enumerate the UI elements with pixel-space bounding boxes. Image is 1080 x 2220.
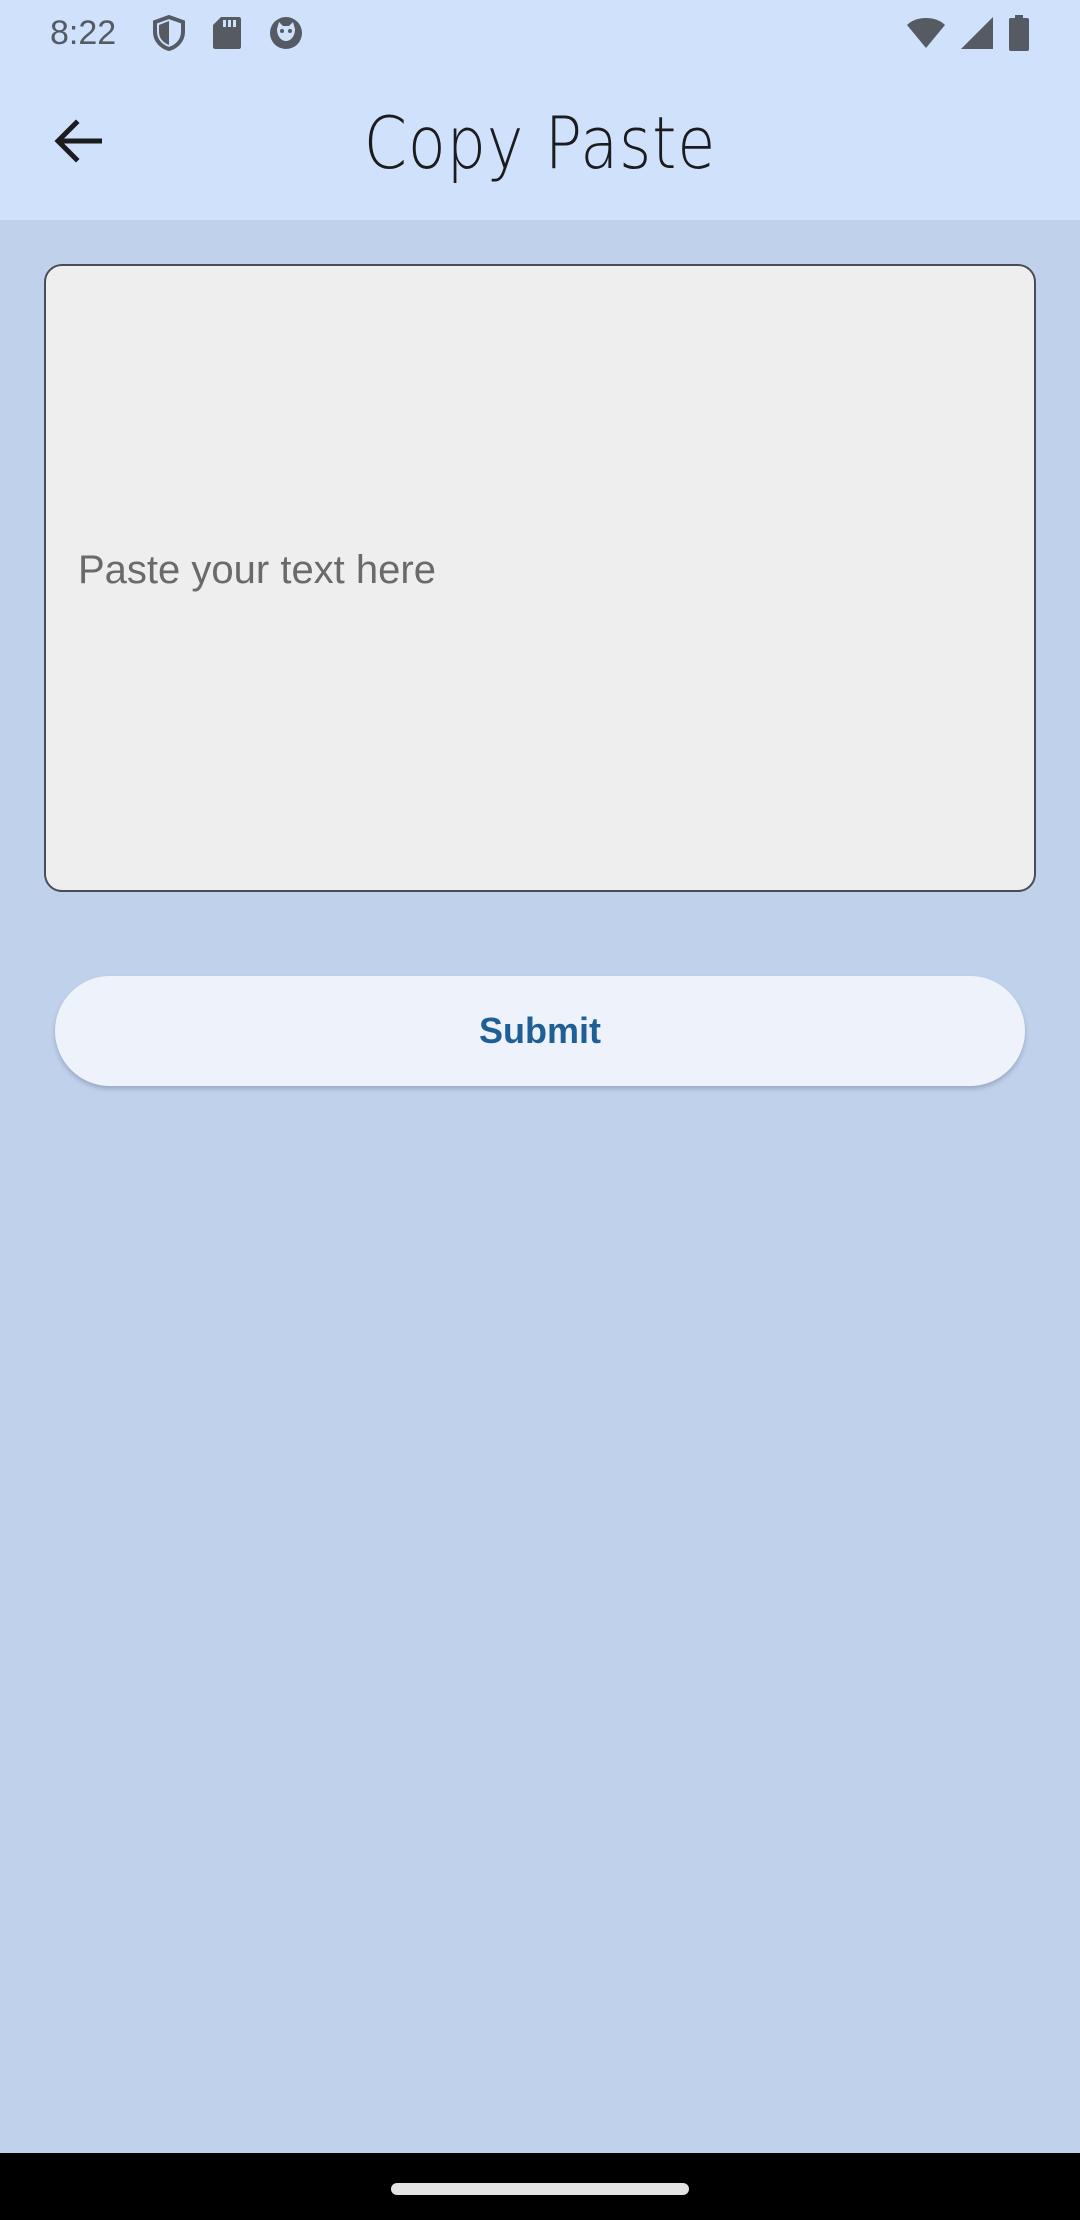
cat-face-icon <box>268 15 304 51</box>
status-right <box>906 15 1030 51</box>
app-bar: Copy Paste <box>0 66 1080 220</box>
back-button[interactable] <box>40 103 116 179</box>
submit-button[interactable]: Submit <box>55 976 1025 1086</box>
home-indicator[interactable] <box>391 2183 689 2195</box>
status-left: 8:22 <box>50 14 304 53</box>
arrow-left-icon <box>54 119 102 163</box>
paste-text-input[interactable] <box>46 266 1034 890</box>
screen: 8:22 Copy Paste Paste your text here Sub… <box>0 0 1080 2220</box>
page-title: Copy Paste <box>363 101 717 185</box>
status-time: 8:22 <box>50 13 117 52</box>
battery-icon <box>1008 15 1030 51</box>
gesture-nav-bar <box>0 2153 1080 2220</box>
status-bar: 8:22 <box>0 0 1080 66</box>
sd-card-icon <box>212 16 242 50</box>
paste-text-field[interactable] <box>44 264 1036 892</box>
wifi-icon <box>906 17 946 49</box>
cell-signal-icon <box>960 16 994 50</box>
shield-icon <box>152 15 186 51</box>
